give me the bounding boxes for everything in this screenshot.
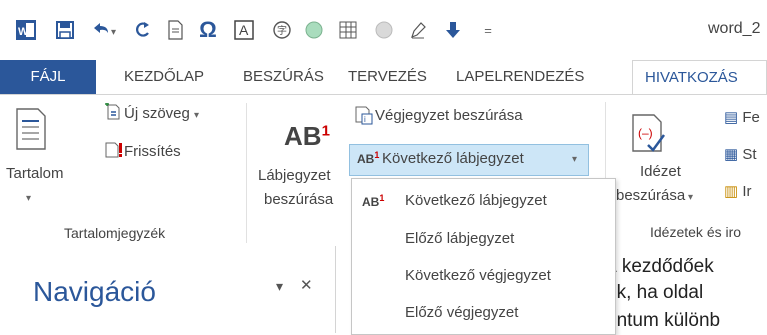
tab-layout[interactable]: LAPELRENDEZÉS bbox=[456, 60, 584, 94]
toc-icon[interactable] bbox=[14, 107, 48, 156]
bibliography-item[interactable]: ▥ Ir bbox=[724, 182, 752, 200]
next-footnote-caret-icon[interactable]: ▾ bbox=[572, 154, 577, 165]
doc-line-3: entum különb bbox=[606, 310, 721, 331]
add-text-caret-icon: ▾ bbox=[194, 110, 200, 121]
svg-text:▾: ▾ bbox=[111, 27, 116, 38]
add-text-text: Új szöveg bbox=[124, 105, 190, 122]
menu-item-label: Előző lábjegyzet bbox=[405, 230, 515, 247]
window-title: word_2 bbox=[708, 20, 761, 37]
nav-title: Navigáció bbox=[33, 276, 156, 307]
stamp-icon[interactable]: 字 bbox=[270, 15, 294, 45]
undo-icon[interactable]: ▾ bbox=[90, 15, 120, 45]
toc-group-label: Tartalomjegyzék bbox=[64, 225, 166, 241]
tab-insert[interactable]: BESZÚRÁS bbox=[243, 60, 324, 94]
ab-text: AB bbox=[284, 121, 322, 151]
manage-sources-item[interactable]: ▤ Fe bbox=[724, 108, 760, 126]
add-text-label[interactable]: Új szöveg ▾ bbox=[124, 105, 199, 122]
ribbon-tabs: FÁJL KEZDŐLAP BESZÚRÁS TERVEZÉS LAPELREN… bbox=[0, 60, 767, 94]
doc-line-2: uk, ha oldal bbox=[606, 282, 704, 303]
menu-item-label: Következő végjegyzet bbox=[405, 267, 551, 284]
word-app-icon[interactable]: W bbox=[14, 15, 38, 45]
svg-text:i: i bbox=[364, 115, 366, 124]
table-icon[interactable] bbox=[336, 15, 360, 45]
textbox-icon[interactable]: A bbox=[232, 15, 256, 45]
add-text-icon[interactable] bbox=[104, 102, 122, 126]
svg-text:A: A bbox=[239, 22, 249, 38]
svg-text:(–): (–) bbox=[638, 126, 653, 140]
group-separator bbox=[246, 103, 247, 243]
style-text: St bbox=[742, 146, 757, 163]
menu-item-previous-footnote[interactable]: Előző lábjegyzet bbox=[352, 222, 615, 256]
citations-group-label: Idézetek és iro bbox=[650, 224, 742, 240]
circle-icon[interactable] bbox=[302, 15, 326, 45]
next-footnote-button[interactable]: AB1 Következő lábjegyzet ▾ bbox=[349, 144, 589, 176]
citation-label-2-text: beszúrása bbox=[616, 187, 686, 204]
omega-icon[interactable]: Ω bbox=[196, 15, 220, 45]
insert-footnote-label-1[interactable]: Lábjegyzet bbox=[258, 167, 331, 184]
next-footnote-label: Következő lábjegyzet bbox=[382, 150, 524, 167]
document-icon[interactable] bbox=[164, 15, 186, 45]
bibliography-text: Ir bbox=[742, 183, 752, 200]
menu-item-label: Következő lábjegyzet bbox=[405, 192, 547, 209]
svg-text:字: 字 bbox=[277, 24, 287, 37]
endnote-insert-label[interactable]: Végjegyzet beszúrása bbox=[375, 107, 523, 124]
citation-label-1[interactable]: Idézet bbox=[640, 163, 681, 180]
quick-access-toolbar: W ▾ Ω A 字 = word_2 bbox=[0, 0, 767, 60]
footnote-ab-icon[interactable]: AB1 bbox=[284, 121, 330, 152]
pen-icon[interactable] bbox=[406, 15, 430, 45]
toc-caret-icon[interactable]: ▾ bbox=[26, 193, 31, 204]
save-icon[interactable] bbox=[52, 15, 78, 45]
circle-icon-2[interactable] bbox=[372, 15, 396, 45]
tab-file[interactable]: FÁJL bbox=[0, 60, 96, 94]
menu-item-next-endnote[interactable]: Következő végjegyzet bbox=[352, 259, 615, 293]
citation-icon[interactable]: (–) bbox=[630, 113, 666, 158]
ab-sup: 1 bbox=[321, 122, 330, 140]
nav-menu-icon[interactable]: ▾ bbox=[276, 278, 283, 295]
customize-icon[interactable]: = bbox=[478, 15, 498, 45]
navigation-pane: Navigáció ▾ ✕ bbox=[0, 246, 336, 333]
menu-item-previous-endnote[interactable]: Előző végjegyzet bbox=[352, 296, 615, 330]
next-footnote-dropdown: AB1 Következő lábjegyzet Előző lábjegyze… bbox=[351, 178, 616, 335]
tab-references[interactable]: HIVATKOZÁS bbox=[632, 60, 767, 94]
endnote-insert-icon[interactable]: i bbox=[354, 105, 374, 130]
insert-footnote-label-2[interactable]: beszúrása bbox=[264, 191, 333, 208]
manage-sources-text: Fe bbox=[742, 109, 760, 126]
doc-line-1: a kezdődőek bbox=[606, 256, 714, 277]
citation-label-2[interactable]: beszúrása ▾ bbox=[616, 187, 693, 204]
next-footnote-menu-icon: AB1 bbox=[362, 193, 385, 209]
citation-caret-icon: ▾ bbox=[685, 192, 694, 203]
toc-button-label[interactable]: Tartalom bbox=[6, 165, 64, 182]
refresh-icon[interactable] bbox=[104, 141, 126, 164]
svg-text:W: W bbox=[18, 26, 29, 38]
menu-item-next-footnote[interactable]: AB1 Következő lábjegyzet bbox=[352, 184, 615, 218]
style-item[interactable]: ▦ St bbox=[724, 145, 757, 163]
close-icon[interactable]: ✕ bbox=[300, 276, 313, 294]
down-arrow-icon[interactable] bbox=[442, 15, 464, 45]
next-footnote-icon: AB1 bbox=[357, 150, 380, 166]
tab-design[interactable]: TERVEZÉS bbox=[348, 60, 427, 94]
menu-item-label: Előző végjegyzet bbox=[405, 304, 519, 321]
redo-icon[interactable] bbox=[130, 15, 154, 45]
refresh-label[interactable]: Frissítés bbox=[124, 143, 181, 160]
tab-home[interactable]: KEZDŐLAP bbox=[124, 60, 204, 94]
